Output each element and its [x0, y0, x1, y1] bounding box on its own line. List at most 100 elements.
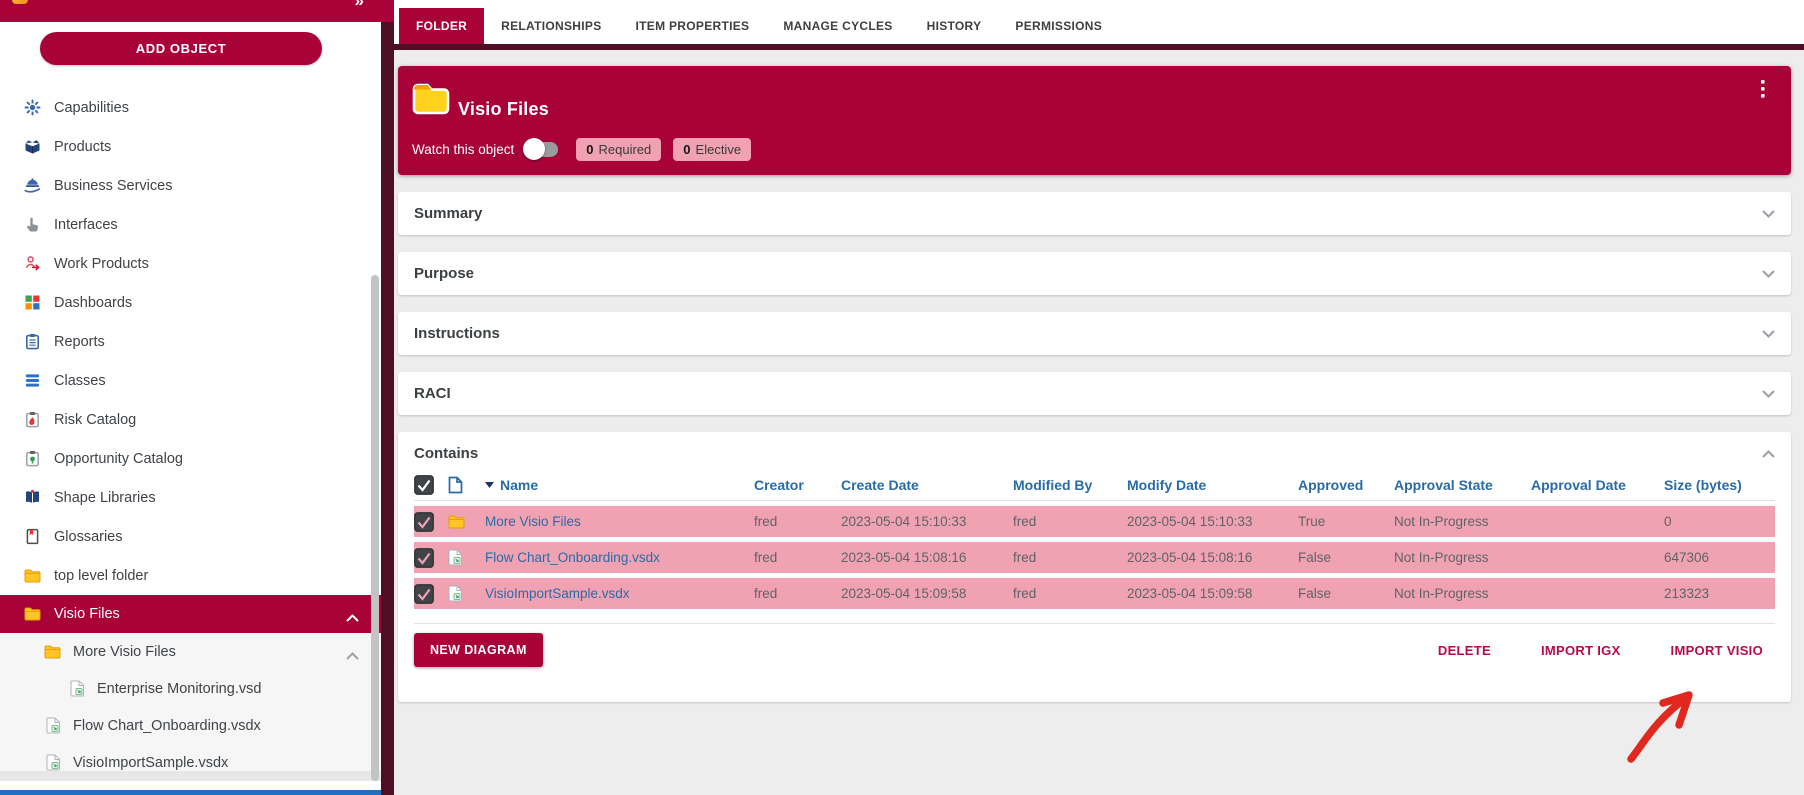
- column-header-approval-date[interactable]: Approval Date: [1531, 477, 1664, 493]
- sidebar-item-dashboards[interactable]: Dashboards: [0, 283, 381, 322]
- sidebar-item-label: Products: [54, 139, 111, 155]
- chevron-up-icon[interactable]: [346, 610, 359, 626]
- sidebar-item-label: Flow Chart_Onboarding.vsdx: [73, 718, 261, 734]
- sidebar-item-products[interactable]: Products: [0, 127, 381, 166]
- item-name-link[interactable]: More Visio Files: [485, 514, 581, 529]
- reports-icon: [24, 333, 41, 350]
- sidebar-item-label: Opportunity Catalog: [54, 451, 183, 467]
- column-header-modify-date[interactable]: Modify Date: [1127, 477, 1298, 493]
- kebab-menu-icon[interactable]: [1761, 80, 1765, 103]
- tab-permissions[interactable]: PERMISSIONS: [998, 8, 1119, 44]
- sidebar-item-opportunity-catalog[interactable]: Opportunity Catalog: [0, 439, 381, 478]
- chevron-up-icon[interactable]: [346, 648, 359, 664]
- row-checkbox[interactable]: [414, 584, 448, 604]
- sidebar-item-label: Visio Files: [54, 606, 120, 622]
- sidebar-item-reports[interactable]: Reports: [0, 322, 381, 361]
- cell-modify-date: 2023-05-04 15:09:58: [1127, 586, 1298, 601]
- sidebar-item-business-services[interactable]: Business Services: [0, 166, 381, 205]
- sidebar-item-label: Classes: [54, 373, 106, 389]
- section-summary[interactable]: Summary: [398, 192, 1791, 235]
- sidebar-scrollbar[interactable]: [371, 275, 379, 781]
- section-instructions[interactable]: Instructions: [398, 312, 1791, 355]
- item-name-link[interactable]: VisioImportSample.vsdx: [485, 586, 630, 601]
- hero-meta-row: Watch this object 0 Required 0 Elective: [412, 138, 751, 161]
- cell-modified-by: fred: [1013, 550, 1127, 565]
- column-header-size[interactable]: Size (bytes): [1664, 477, 1775, 493]
- sidebar-item-label: Enterprise Monitoring.vsd: [97, 681, 261, 697]
- table-row[interactable]: More Visio Files fred 2023-05-04 15:10:3…: [414, 506, 1775, 537]
- sidebar-item-enterprise-monitoring[interactable]: Enterprise Monitoring.vsd: [0, 670, 381, 707]
- tab-history[interactable]: HISTORY: [910, 8, 999, 44]
- elective-badge: 0 Elective: [673, 138, 751, 161]
- table-row[interactable]: VisioImportSample.vsdx fred 2023-05-04 1…: [414, 578, 1775, 609]
- section-purpose[interactable]: Purpose: [398, 252, 1791, 295]
- chevron-down-icon: [1762, 205, 1775, 222]
- visio-file-icon: [448, 549, 485, 566]
- row-checkbox[interactable]: [414, 548, 448, 568]
- cell-approved: False: [1298, 550, 1394, 565]
- app-topbar: theVold »: [0, 0, 394, 22]
- app-logo[interactable]: theVold: [12, 0, 90, 4]
- action-links: DELETE IMPORT IGX IMPORT VISIO: [1438, 643, 1763, 658]
- sidebar-item-glossaries[interactable]: Glossaries: [0, 517, 381, 556]
- section-contains: Contains Name Creator Create Date Modifi…: [398, 432, 1791, 702]
- item-name-link[interactable]: Flow Chart_Onboarding.vsdx: [485, 550, 660, 565]
- import-visio-button[interactable]: IMPORT VISIO: [1671, 643, 1763, 658]
- tab-folder[interactable]: FOLDER: [399, 8, 484, 44]
- watch-toggle[interactable]: [526, 142, 558, 157]
- cell-creator: fred: [754, 586, 841, 601]
- page-title: Visio Files: [458, 99, 549, 120]
- sidebar-item-work-products[interactable]: Work Products: [0, 244, 381, 283]
- contains-header[interactable]: Contains: [398, 432, 1791, 462]
- column-header-name[interactable]: Name: [485, 477, 754, 493]
- sidebar-item-more-visio-files[interactable]: More Visio Files: [0, 633, 381, 670]
- section-label: Purpose: [414, 265, 474, 282]
- sidebar-item-top-level-folder[interactable]: top level folder: [0, 556, 381, 595]
- sidebar-item-risk-catalog[interactable]: Risk Catalog: [0, 400, 381, 439]
- table-row[interactable]: Flow Chart_Onboarding.vsdx fred 2023-05-…: [414, 542, 1775, 573]
- column-header-approved[interactable]: Approved: [1298, 477, 1394, 493]
- visio-file-icon: [44, 754, 61, 771]
- sidebar-item-label: Shape Libraries: [54, 490, 156, 506]
- column-header-approval-state[interactable]: Approval State: [1394, 477, 1531, 493]
- annotation-arrow: [1619, 683, 1711, 775]
- chevron-down-icon: [1762, 265, 1775, 282]
- column-header-creator[interactable]: Creator: [754, 477, 841, 493]
- visio-file-icon: [68, 680, 85, 697]
- column-header-modified-by[interactable]: Modified By: [1013, 477, 1127, 493]
- capabilities-icon: [24, 99, 41, 116]
- cell-creator: fred: [754, 514, 841, 529]
- delete-button[interactable]: DELETE: [1438, 643, 1491, 658]
- sidebar-nav: Capabilities Products Business Services …: [0, 88, 381, 781]
- sidebar-item-capabilities[interactable]: Capabilities: [0, 88, 381, 127]
- tab-manage-cycles[interactable]: MANAGE CYCLES: [766, 8, 909, 44]
- folder-hero-panel: Visio Files Watch this object 0 Required…: [398, 66, 1791, 175]
- column-header-create-date[interactable]: Create Date: [841, 477, 1013, 493]
- sidebar-item-label: Dashboards: [54, 295, 132, 311]
- select-all-checkbox[interactable]: [414, 475, 448, 495]
- cell-modified-by: fred: [1013, 586, 1127, 601]
- sidebar-item-classes[interactable]: Classes: [0, 361, 381, 400]
- sidebar-collapse-icon[interactable]: »: [355, 0, 364, 11]
- products-icon: [24, 138, 41, 155]
- import-igx-button[interactable]: IMPORT IGX: [1541, 643, 1621, 658]
- sidebar-item-interfaces[interactable]: Interfaces: [0, 205, 381, 244]
- section-label: RACI: [414, 385, 451, 402]
- sidebar-main-divider: [380, 0, 394, 795]
- section-raci[interactable]: RACI: [398, 372, 1791, 415]
- add-object-button[interactable]: ADD OBJECT: [40, 32, 322, 65]
- document-type-column-icon[interactable]: [448, 476, 485, 494]
- chevron-up-icon: [1762, 445, 1775, 462]
- new-diagram-button[interactable]: NEW DIAGRAM: [414, 633, 543, 667]
- work-products-icon: [24, 255, 41, 272]
- elective-count: 0: [683, 142, 690, 157]
- sidebar-item-label: VisioImportSample.vsdx: [73, 755, 228, 771]
- sidebar-item-visio-files-selected[interactable]: Visio Files: [0, 595, 381, 633]
- tab-item-properties[interactable]: ITEM PROPERTIES: [619, 8, 767, 44]
- row-checkbox[interactable]: [414, 512, 448, 532]
- sidebar-item-shape-libraries[interactable]: Shape Libraries: [0, 478, 381, 517]
- sidebar-item-label: Risk Catalog: [54, 412, 136, 428]
- sidebar-item-flow-chart-onboarding[interactable]: Flow Chart_Onboarding.vsdx: [0, 707, 381, 744]
- tab-relationships[interactable]: RELATIONSHIPS: [484, 8, 618, 44]
- sidebar-horizontal-scrollbar[interactable]: [0, 790, 381, 795]
